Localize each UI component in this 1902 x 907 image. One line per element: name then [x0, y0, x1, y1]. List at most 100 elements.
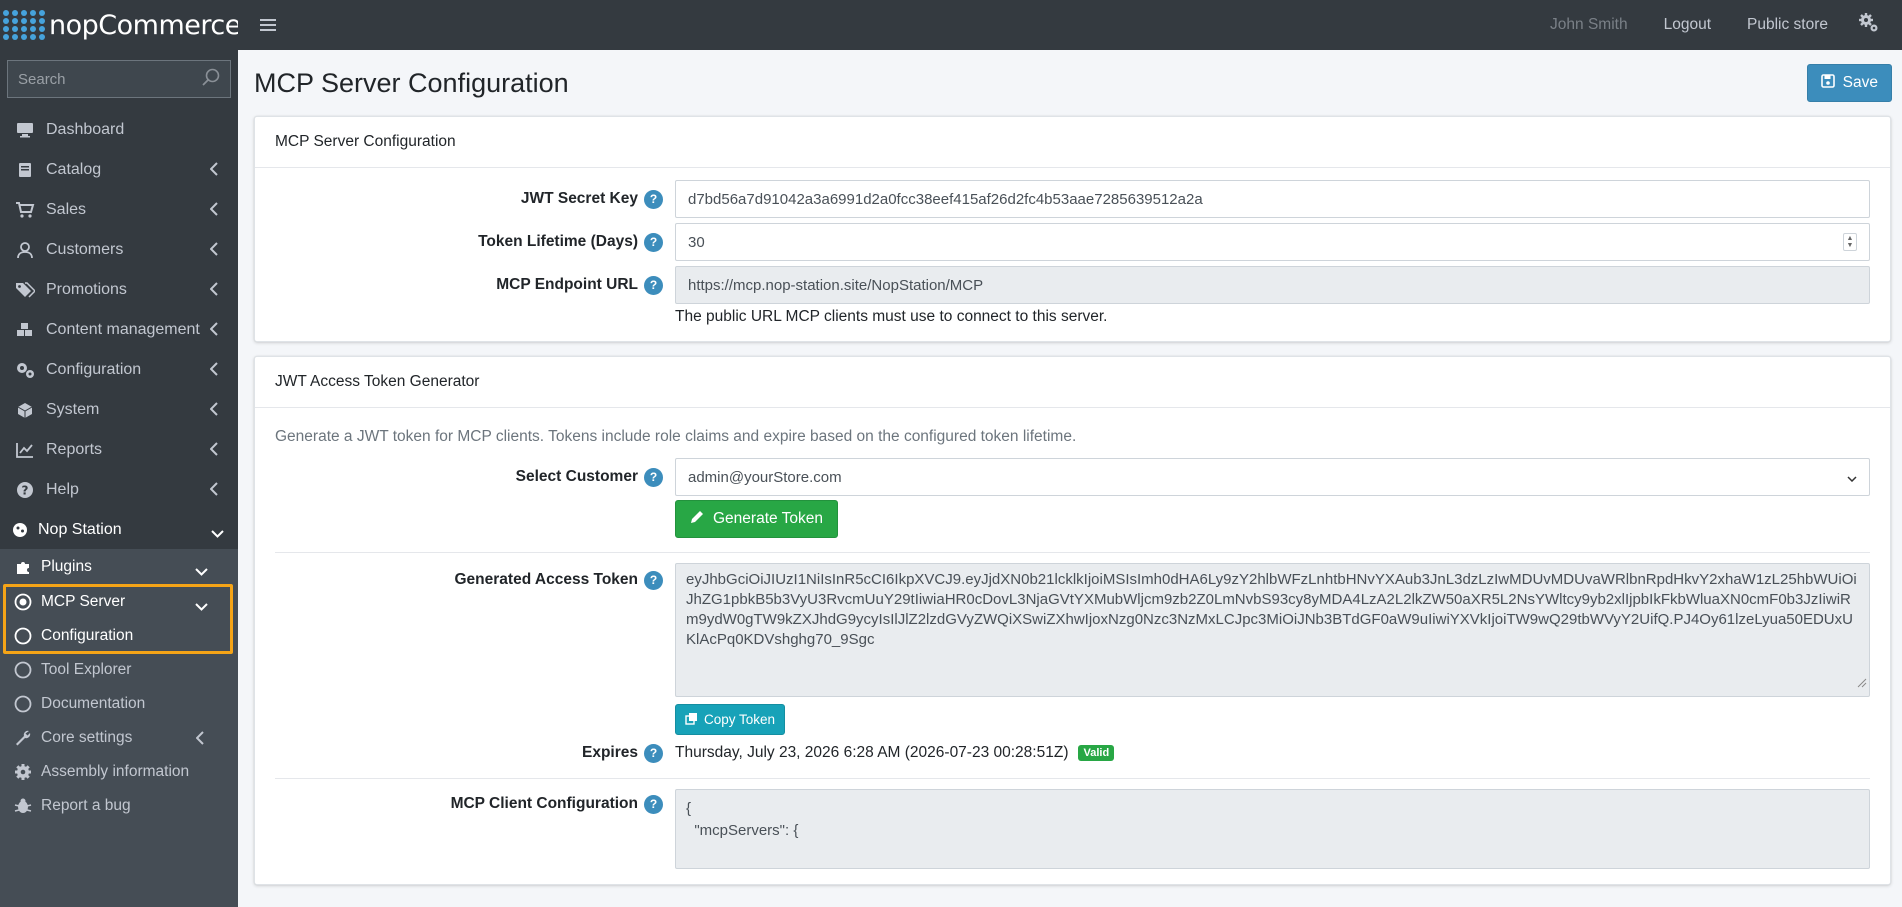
- highlight-annotation: [3, 584, 233, 654]
- sidebar-item-label: Reports: [46, 441, 103, 458]
- page-title: MCP Server Configuration: [254, 67, 569, 98]
- generate-token-button[interactable]: Generate Token: [675, 500, 839, 538]
- sidebar-item-label: Configuration: [46, 361, 142, 378]
- help-icon[interactable]: ?: [644, 275, 663, 295]
- book-icon: [14, 161, 36, 179]
- copy-token-button[interactable]: Copy Token: [675, 704, 786, 735]
- sidebar-item-tool-explorer[interactable]: Tool Explorer: [0, 653, 238, 687]
- customer-select[interactable]: admin@yourStore.com: [675, 458, 1870, 496]
- sidebar-item-content-management[interactable]: Content management: [0, 310, 238, 350]
- help-icon[interactable]: ?: [644, 743, 663, 763]
- sidebar-item-label: Customers: [46, 241, 124, 258]
- copy-token-label: Copy Token: [704, 712, 776, 727]
- sidebar-item-promotions[interactable]: Promotions: [0, 270, 238, 310]
- generated-token-textarea[interactable]: eyJhbGciOiJIUzI1NiIsInR5cCI6IkpXVCJ9.eyJ…: [675, 563, 1870, 697]
- help-icon[interactable]: ?: [644, 570, 663, 590]
- sidebar-item-catalog[interactable]: Catalog: [0, 150, 238, 190]
- brand-logo[interactable]: nopCommerce: [0, 0, 241, 50]
- jwt-secret-label: JWT Secret Key: [520, 190, 638, 207]
- sidebar-item-label: Core settings: [41, 729, 133, 746]
- endpoint-input[interactable]: https://mcp.nop-station.site/NopStation/…: [675, 266, 1870, 304]
- jwt-secret-field-wrap: d7bd56a7d91042a3a6991d2a0fcc38eef415af26…: [675, 180, 1870, 218]
- resize-handle-icon[interactable]: [1857, 674, 1867, 694]
- sidebar-item-documentation[interactable]: Documentation: [0, 687, 238, 721]
- generated-token-row: Generated Access Token ? eyJhbGciOiJIUzI…: [275, 563, 1870, 735]
- user-name: John Smith: [1550, 16, 1628, 33]
- cart-icon: [14, 201, 36, 219]
- sidebar-item-plugins[interactable]: Plugins: [0, 549, 238, 585]
- floppy-disk-icon: [1820, 73, 1835, 93]
- chevron-down-icon: [195, 563, 208, 581]
- generated-token-field-wrap: eyJhbGciOiJIUzI1NiIsInR5cCI6IkpXVCJ9.eyJ…: [675, 563, 1870, 735]
- circle-icon: [14, 695, 32, 713]
- client-config-row: MCP Client Configuration ? { "mcpServers…: [275, 789, 1870, 869]
- help-icon[interactable]: ?: [644, 794, 663, 814]
- expires-label: Expires: [581, 744, 638, 761]
- card-header: MCP Server Configuration: [255, 117, 1890, 168]
- chevron-left-icon: [195, 731, 204, 750]
- endpoint-row: MCP Endpoint URL ? https://mcp.nop-stati…: [275, 266, 1870, 326]
- sidebar-item-sales[interactable]: Sales: [0, 190, 238, 230]
- token-description: Generate a JWT token for MCP clients. To…: [275, 428, 1077, 445]
- settings-gears-icon[interactable]: [1858, 12, 1880, 38]
- sidebar-search[interactable]: [7, 60, 231, 98]
- expires-label-wrap: Expires ?: [275, 740, 675, 766]
- sidebar-item-help[interactable]: ? Help: [0, 470, 238, 510]
- cube-icon: [14, 401, 36, 419]
- gear-icon: [14, 763, 32, 781]
- question-icon: ?: [14, 481, 36, 499]
- chevron-down-icon: [211, 525, 224, 543]
- monitor-icon: [14, 121, 36, 139]
- pencil-icon: [690, 509, 705, 529]
- public-store-link[interactable]: Public store: [1747, 16, 1828, 34]
- svg-text:?: ?: [22, 484, 29, 498]
- mcp-config-card: MCP Server Configuration JWT Secret Key …: [254, 116, 1891, 342]
- main-content: MCP Server Configuration Save MCP Server…: [238, 50, 1902, 907]
- card-body: JWT Secret Key ? d7bd56a7d91042a3a6991d2…: [255, 168, 1890, 341]
- endpoint-field-wrap: https://mcp.nop-station.site/NopStation/…: [675, 266, 1870, 326]
- search-icon[interactable]: [202, 68, 220, 90]
- sidebar-item-customers[interactable]: Customers: [0, 230, 238, 270]
- select-customer-field-wrap: admin@yourStore.com Generate Token: [675, 458, 1870, 538]
- circle-icon: [14, 661, 32, 679]
- generated-token-label-wrap: Generated Access Token ?: [275, 563, 675, 597]
- card-body: Generate a JWT token for MCP clients. To…: [255, 408, 1890, 884]
- sidebar-item-reports[interactable]: Reports: [0, 430, 238, 470]
- sidebar-item-report-bug[interactable]: Report a bug: [0, 789, 238, 823]
- sidebar-item-core-settings[interactable]: Core settings: [0, 721, 238, 755]
- search-input[interactable]: [18, 70, 178, 88]
- sidebar-item-label: Assembly information: [41, 763, 190, 780]
- logout-link[interactable]: Logout: [1664, 16, 1711, 34]
- token-lifetime-row: Token Lifetime (Days) ? 30 ▲ ▼: [275, 223, 1870, 261]
- token-lifetime-input[interactable]: 30 ▲ ▼: [675, 223, 1870, 261]
- client-config-label-wrap: MCP Client Configuration ?: [275, 789, 675, 819]
- jwt-secret-input[interactable]: d7bd56a7d91042a3a6991d2a0fcc38eef415af26…: [675, 180, 1870, 218]
- sidebar-item-label: Plugins: [41, 558, 92, 575]
- help-icon[interactable]: ?: [644, 232, 663, 252]
- generated-token-value: eyJhbGciOiJIUzI1NiIsInR5cCI6IkpXVCJ9.eyJ…: [686, 571, 1857, 648]
- endpoint-hint: The public URL MCP clients must use to c…: [675, 308, 1108, 325]
- chevron-left-icon: [209, 362, 218, 381]
- chevron-left-icon: [209, 242, 218, 261]
- sidebar-item-system[interactable]: System: [0, 390, 238, 430]
- sidebar-item-assembly-information[interactable]: Assembly information: [0, 755, 238, 789]
- topbar: John Smith Logout Public store: [238, 0, 1902, 50]
- sidebar-item-dashboard[interactable]: Dashboard: [0, 110, 238, 150]
- user-icon: [14, 241, 36, 259]
- sidebar-item-nop-station[interactable]: Nop Station: [0, 510, 238, 550]
- sidebar-item-configuration[interactable]: Configuration: [0, 350, 238, 390]
- client-config-textarea[interactable]: { "mcpServers": {: [675, 789, 1870, 869]
- sidebar-menu: Dashboard Catalog Sales Customers Promot…: [0, 110, 238, 550]
- code-line: {: [686, 800, 692, 817]
- number-spinner-icon[interactable]: ▲ ▼: [1843, 233, 1857, 251]
- menu-toggle-icon[interactable]: [260, 16, 276, 34]
- save-button[interactable]: Save: [1806, 64, 1892, 102]
- client-config-field-wrap: { "mcpServers": {: [675, 789, 1870, 869]
- chevron-left-icon: [209, 322, 218, 341]
- sidebar-item-label: Nop Station: [38, 521, 122, 538]
- expires-row: Expires ? Thursday, July 23, 2026 6:28 A…: [275, 740, 1870, 766]
- help-icon[interactable]: ?: [644, 189, 663, 209]
- help-icon[interactable]: ?: [644, 467, 663, 487]
- chevron-left-icon: [209, 282, 218, 301]
- topbar-right: John Smith Logout Public store: [1550, 0, 1902, 50]
